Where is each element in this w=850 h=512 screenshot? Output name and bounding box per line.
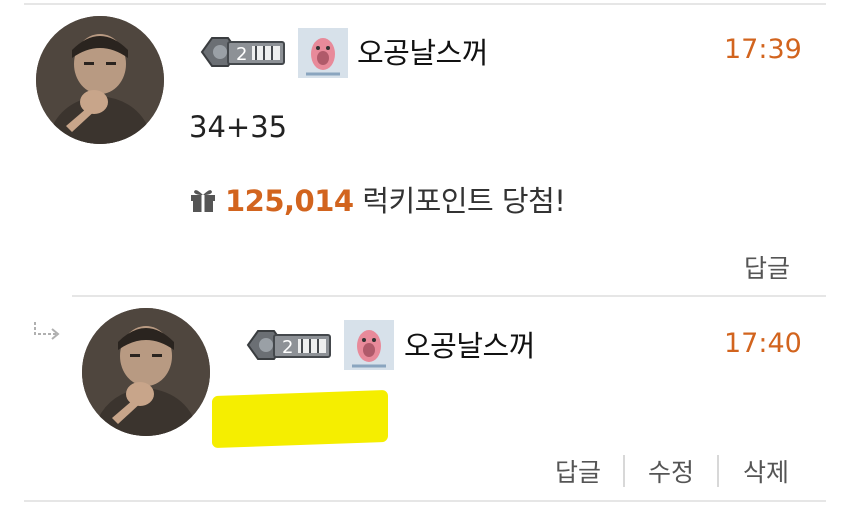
delete-button[interactable]: 삭제 xyxy=(743,453,789,489)
lucky-point-suffix: 럭키포인트 당첨! xyxy=(362,184,566,218)
top-divider xyxy=(24,3,826,5)
lucky-point-notice: 125,014 럭키포인트 당첨! xyxy=(189,178,566,220)
nickname[interactable]: 오공날스꺼 xyxy=(357,30,488,72)
gift-icon xyxy=(191,190,215,212)
redacted-highlight xyxy=(212,389,388,449)
action-separator xyxy=(623,455,625,487)
level-badge-icon: 2 xyxy=(246,330,331,360)
svg-text:2: 2 xyxy=(236,44,247,65)
reply-button[interactable]: 답글 xyxy=(744,249,790,285)
nickname[interactable]: 오공날스꺼 xyxy=(404,323,535,365)
reply-button[interactable]: 답글 xyxy=(555,453,601,489)
reply-arrow-icon xyxy=(34,322,60,340)
edit-button[interactable]: 수정 xyxy=(648,453,694,489)
comment-time: 17:39 xyxy=(724,34,802,65)
comment-time: 17:40 xyxy=(724,328,802,359)
comment-divider xyxy=(72,295,826,297)
avatar-photo-icon xyxy=(82,308,210,436)
svg-text:2: 2 xyxy=(282,337,293,358)
character-icon xyxy=(298,28,348,78)
avatar[interactable] xyxy=(36,16,164,144)
action-separator xyxy=(717,455,719,487)
bottom-divider xyxy=(24,500,826,502)
avatar-photo-icon xyxy=(36,16,164,144)
level-badge-icon: 2 xyxy=(200,37,285,67)
comment-text: 34+35 xyxy=(189,110,288,144)
character-icon xyxy=(344,320,394,370)
lucky-point-value: 125,014 xyxy=(225,184,354,218)
avatar[interactable] xyxy=(82,308,210,436)
